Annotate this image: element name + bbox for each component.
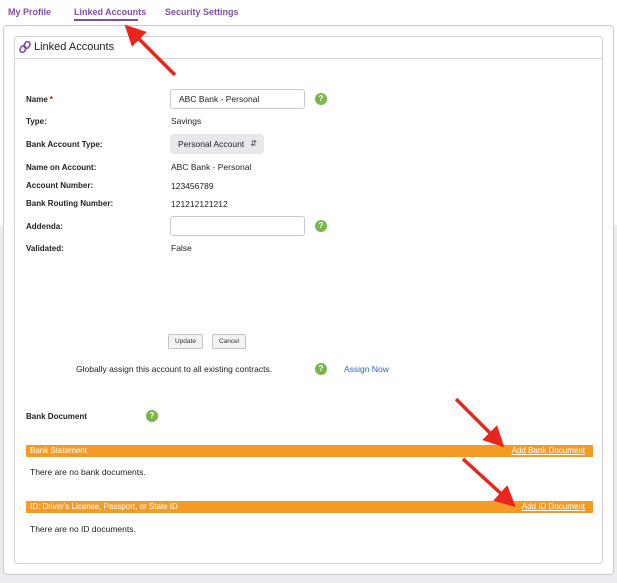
- account-number-value: 123456789: [171, 181, 214, 191]
- help-icon[interactable]: ?: [315, 363, 327, 375]
- linked-accounts-card: [14, 36, 603, 564]
- cancel-button[interactable]: Cancel: [212, 334, 247, 349]
- help-icon[interactable]: ?: [146, 410, 158, 422]
- id-documents-empty: There are no ID documents.: [30, 524, 136, 534]
- bank-statement-title: Bank Statement: [30, 446, 87, 455]
- name-on-account-label: Name on Account:: [26, 163, 97, 172]
- routing-number-label: Bank Routing Number:: [26, 199, 114, 208]
- validated-label: Validated:: [26, 244, 64, 253]
- type-value: Savings: [171, 116, 202, 126]
- id-documents-bar: ID: Driver's License, Passport, or State…: [26, 501, 593, 513]
- active-tab-underline: [74, 19, 138, 21]
- bank-documents-empty: There are no bank documents.: [30, 467, 146, 477]
- assign-now-link[interactable]: Assign Now: [344, 364, 389, 374]
- tab-security-settings[interactable]: Security Settings: [165, 7, 239, 17]
- add-id-document-link[interactable]: Add ID Document: [522, 502, 585, 511]
- name-label: Name *: [26, 95, 53, 104]
- card-title: Linked Accounts: [34, 41, 115, 53]
- tab-my-profile[interactable]: My Profile: [8, 7, 51, 17]
- add-bank-document-link[interactable]: Add Bank Document: [512, 446, 585, 455]
- bank-document-label: Bank Document: [26, 412, 87, 421]
- bank-account-type-value: Personal Account: [178, 139, 245, 149]
- id-documents-title: ID: Driver's License, Passport, or State…: [30, 502, 178, 511]
- top-tabs: My Profile Linked Accounts Security Sett…: [0, 0, 617, 22]
- type-label: Type:: [26, 117, 47, 126]
- tab-linked-accounts[interactable]: Linked Accounts: [74, 7, 146, 17]
- update-button[interactable]: Update: [168, 334, 203, 349]
- bank-statement-bar: Bank Statement Add Bank Document: [26, 445, 593, 457]
- required-marker: *: [49, 95, 53, 104]
- bank-account-type-label: Bank Account Type:: [26, 140, 103, 149]
- addenda-label: Addenda:: [26, 222, 63, 231]
- chevron-updown-icon: ⇵: [250, 139, 257, 148]
- name-input[interactable]: [170, 89, 305, 109]
- link-icon: [19, 41, 31, 53]
- routing-number-value: 121212121212: [171, 199, 228, 209]
- name-on-account-value: ABC Bank - Personal: [171, 162, 252, 172]
- help-icon[interactable]: ?: [315, 220, 327, 232]
- bank-account-type-select[interactable]: Personal Account ⇵: [170, 134, 264, 154]
- account-number-label: Account Number:: [26, 181, 94, 190]
- help-icon[interactable]: ?: [315, 93, 327, 105]
- assign-description: Globally assign this account to all exis…: [76, 364, 273, 374]
- addenda-input[interactable]: [170, 216, 305, 236]
- validated-value: False: [171, 243, 192, 253]
